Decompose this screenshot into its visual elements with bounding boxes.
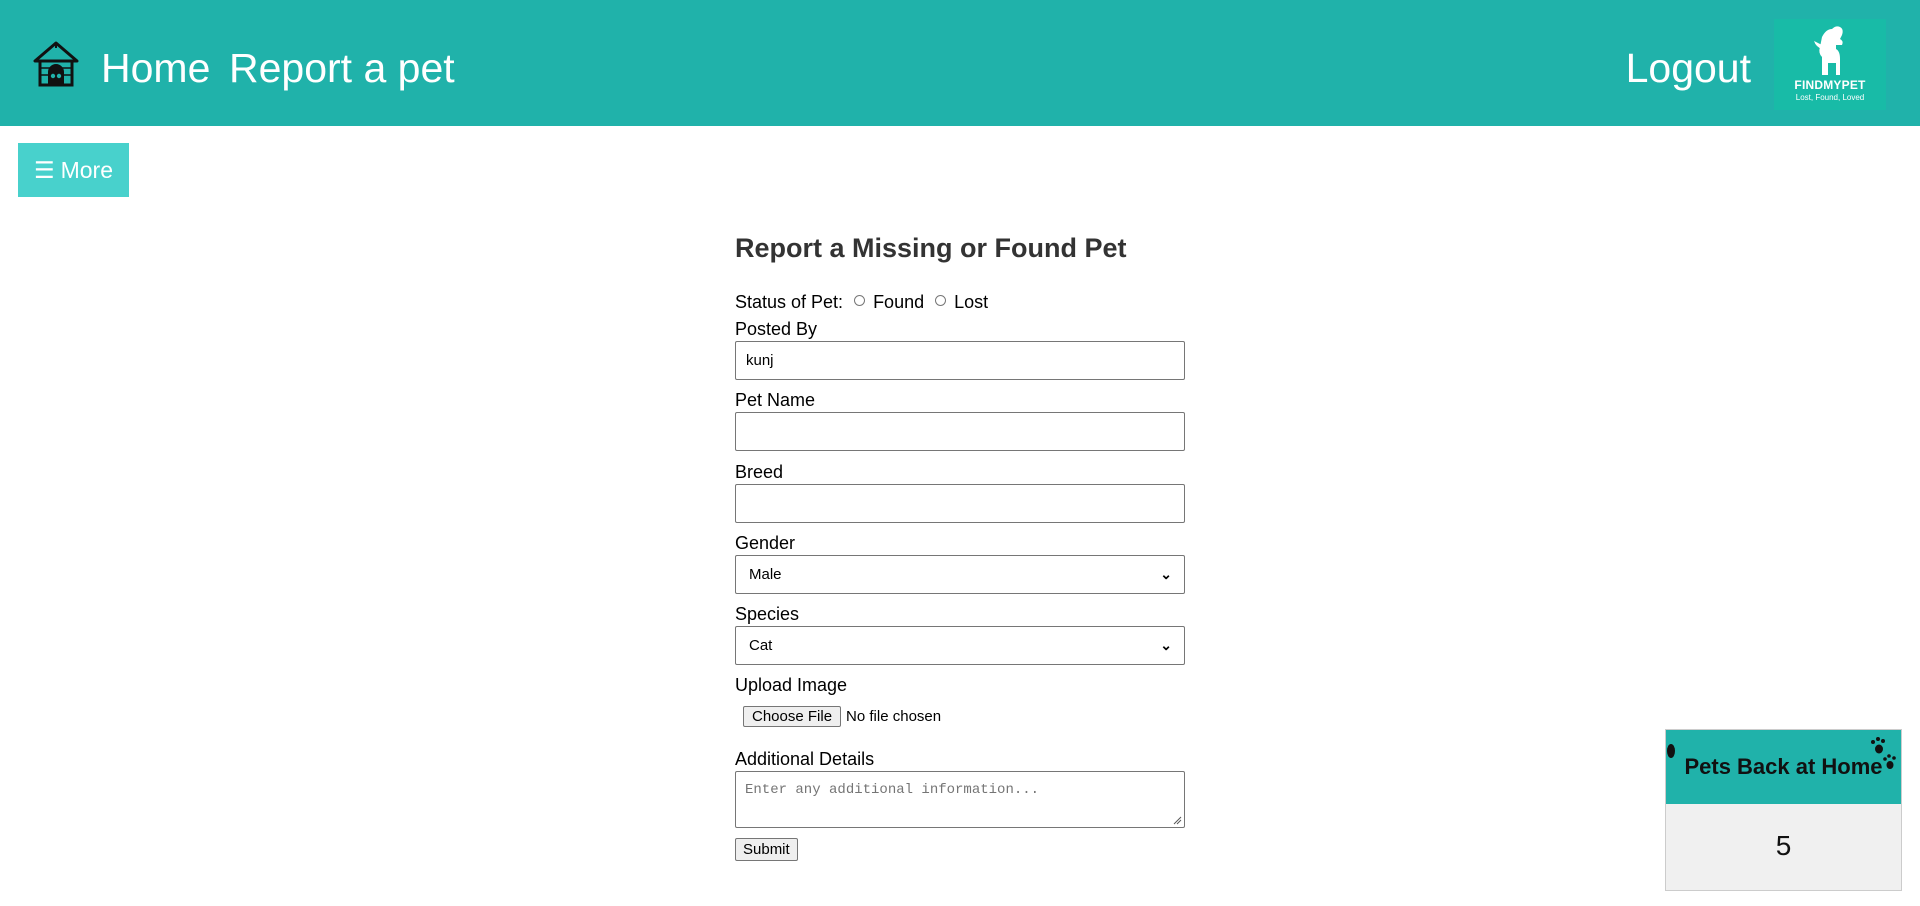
resize-grip-icon[interactable] bbox=[1172, 815, 1182, 825]
widget-title: Pets Back at Home bbox=[1684, 754, 1883, 779]
nav-logout-link[interactable]: Logout bbox=[1626, 44, 1751, 92]
status-label: Status of Pet: bbox=[735, 292, 844, 312]
file-upload: Choose File No file chosen bbox=[743, 706, 941, 727]
pets-back-home-widget: Pets Back at Home 5 bbox=[1665, 729, 1902, 891]
hamburger-icon: ☰ bbox=[33, 156, 55, 183]
species-label: Species bbox=[735, 604, 800, 624]
posted-by-value: kunj bbox=[746, 352, 774, 369]
status-lost-label[interactable]: Lost bbox=[954, 292, 988, 313]
breed-input[interactable] bbox=[735, 484, 1185, 523]
choose-file-button[interactable]: Choose File bbox=[743, 706, 842, 727]
form-title: Report a Missing or Found Pet bbox=[735, 233, 1127, 263]
posted-by-label: Posted By bbox=[735, 319, 818, 339]
species-selected-value: Cat bbox=[749, 637, 773, 654]
upload-image-label: Upload Image bbox=[735, 675, 848, 695]
nav-home-link[interactable]: Home bbox=[101, 44, 210, 92]
status-row: Status of Pet: Found Lost bbox=[735, 292, 988, 313]
additional-details-placeholder: Enter any additional information... bbox=[745, 782, 1040, 798]
pet-name-label: Pet Name bbox=[735, 390, 816, 410]
dog-house-icon[interactable] bbox=[32, 40, 80, 88]
widget-header: Pets Back at Home bbox=[1666, 730, 1901, 804]
pets-home-count: 5 bbox=[1775, 830, 1792, 861]
file-status: No file chosen bbox=[846, 708, 942, 725]
gender-select[interactable]: Male ⌄ bbox=[735, 555, 1185, 594]
species-select[interactable]: Cat ⌄ bbox=[735, 626, 1185, 665]
more-button-label: More bbox=[60, 156, 114, 183]
logo-name: FINDMYPET bbox=[1794, 78, 1866, 92]
posted-by-input[interactable]: kunj bbox=[735, 341, 1185, 380]
status-found-label[interactable]: Found bbox=[873, 292, 924, 313]
additional-details-textarea[interactable]: Enter any additional information... bbox=[735, 771, 1185, 828]
chevron-down-icon: ⌄ bbox=[1160, 637, 1172, 653]
findmypet-logo[interactable]: FINDMYPET Lost, Found, Loved bbox=[1774, 19, 1886, 110]
submit-button[interactable]: Submit bbox=[735, 838, 798, 861]
logo-tagline: Lost, Found, Loved bbox=[1795, 93, 1865, 102]
nav-report-pet-link[interactable]: Report a pet bbox=[229, 44, 455, 92]
pet-name-input[interactable] bbox=[735, 412, 1185, 451]
gender-label: Gender bbox=[735, 533, 796, 553]
gender-selected-value: Male bbox=[749, 566, 782, 583]
status-found-radio[interactable] bbox=[854, 295, 866, 306]
additional-details-label: Additional Details bbox=[735, 749, 875, 769]
breed-label: Breed bbox=[735, 462, 784, 482]
more-menu-button[interactable]: ☰ More bbox=[18, 143, 129, 197]
chevron-down-icon: ⌄ bbox=[1160, 566, 1172, 582]
header-bar: Home Report a pet Logout FINDMYPET Lost,… bbox=[0, 0, 1920, 126]
dog-logo-icon bbox=[1814, 26, 1843, 75]
status-lost-radio[interactable] bbox=[935, 295, 947, 306]
